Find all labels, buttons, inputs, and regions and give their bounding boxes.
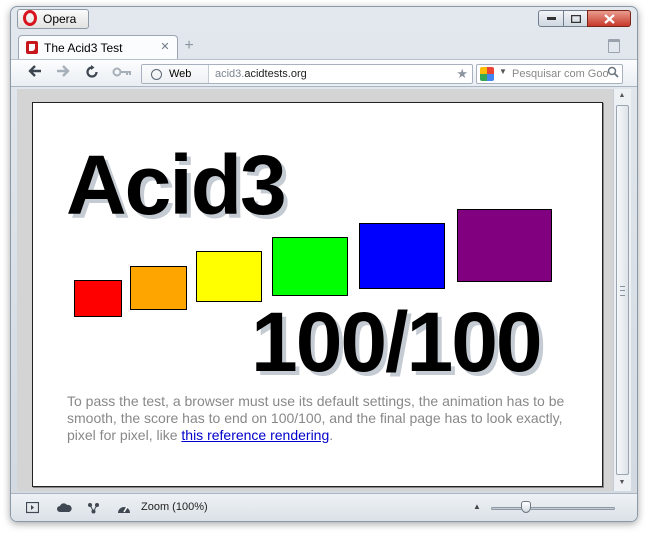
minimize-icon [539, 11, 563, 26]
maximize-button[interactable] [563, 10, 588, 27]
navigation-bar: Web acid3.acidtests.org ★ ▼ Pesquisar co… [11, 59, 637, 87]
opera-menu-button[interactable]: Opera [17, 9, 89, 29]
opera-menu-label: Opera [43, 12, 77, 26]
tab-close-icon[interactable]: ✕ [159, 41, 171, 53]
scroll-down-icon[interactable]: ▼ [618, 479, 626, 486]
purple-box [457, 209, 552, 282]
test-description: To pass the test, a browser must use its… [67, 393, 577, 444]
tab-acid3[interactable]: The Acid3 Test ✕ [18, 35, 178, 59]
search-field[interactable]: ▼ Pesquisar com Goo [476, 64, 623, 84]
opera-logo-icon [23, 10, 37, 26]
minimize-button[interactable] [538, 10, 564, 27]
globe-icon [151, 68, 162, 80]
search-engine-dropdown-icon[interactable]: ▼ [499, 67, 507, 76]
web-security-badge[interactable]: Web [142, 65, 209, 83]
page-title: Acid3 [66, 138, 287, 232]
zoom-menu-icon[interactable]: ▲ [473, 502, 481, 511]
reload-icon[interactable] [83, 65, 101, 81]
opera-link-icon[interactable] [87, 501, 100, 514]
status-bar: Zoom (100%) ▲ [11, 493, 637, 521]
panel-toggle-icon[interactable] [25, 501, 40, 514]
trash-icon[interactable] [608, 39, 620, 53]
grip-icon [620, 286, 625, 296]
maximize-icon [564, 11, 587, 26]
url-host-prefix: acid3. [215, 68, 245, 80]
wand-key-icon[interactable] [111, 65, 133, 81]
forward-icon[interactable] [54, 65, 72, 81]
page-viewport: Acid3 100/100 To pass the test, a browse… [17, 89, 613, 491]
blue-box [359, 223, 445, 289]
score-display: 100/100 [251, 295, 543, 389]
scroll-up-icon[interactable]: ▲ [618, 92, 626, 99]
close-icon [588, 11, 630, 26]
search-placeholder: Pesquisar com Goo [512, 68, 609, 80]
zoom-slider-thumb[interactable] [521, 501, 531, 513]
close-button[interactable] [587, 10, 631, 27]
turbo-speedometer-icon[interactable] [117, 501, 131, 513]
scrollbar-thumb[interactable] [616, 105, 629, 475]
acid3-page: Acid3 100/100 To pass the test, a browse… [32, 102, 603, 487]
zoom-label: Zoom (100%) [141, 501, 208, 513]
description-end: . [329, 427, 334, 443]
opera-unite-cloud-icon[interactable] [56, 501, 72, 513]
new-tab-icon[interactable]: + [182, 38, 196, 54]
red-box [74, 280, 122, 317]
vertical-scrollbar[interactable]: ▲ ▼ [613, 89, 631, 491]
web-badge-label: Web [169, 68, 192, 80]
tab-title: The Acid3 Test [44, 40, 123, 55]
reference-rendering-link[interactable]: this reference rendering [181, 427, 329, 443]
google-icon[interactable] [480, 67, 494, 81]
green-box [272, 237, 348, 296]
address-url[interactable]: acid3.acidtests.org [215, 68, 307, 80]
bookmark-star-icon[interactable]: ★ [456, 66, 468, 82]
acid3-favicon-icon [26, 41, 38, 54]
url-host-domain: acidtests.org [244, 68, 307, 80]
browser-window: Opera The Acid3 Test ✕ + Web acid3.acidt… [10, 6, 638, 522]
back-icon[interactable] [26, 65, 44, 81]
search-icon[interactable] [607, 66, 619, 81]
address-bar[interactable]: Web acid3.acidtests.org ★ [141, 64, 473, 84]
orange-box [130, 266, 187, 310]
zoom-slider[interactable] [491, 507, 615, 510]
